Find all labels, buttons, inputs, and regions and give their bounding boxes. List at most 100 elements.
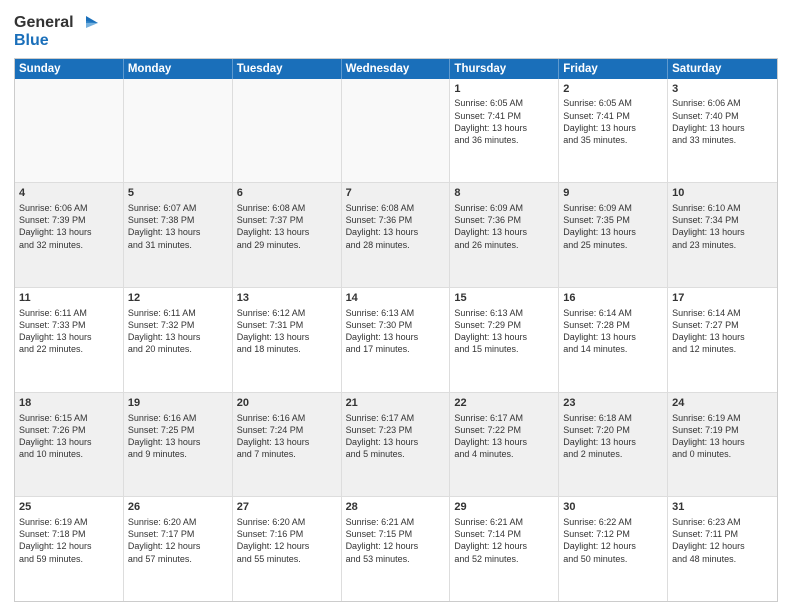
- calendar-cell-empty: [15, 79, 124, 183]
- day-number: 31: [672, 500, 773, 515]
- cell-sun-info: Sunrise: 6:07 AM Sunset: 7:38 PM Dayligh…: [128, 202, 228, 251]
- calendar-body: 1Sunrise: 6:05 AM Sunset: 7:41 PM Daylig…: [15, 79, 777, 601]
- day-number: 9: [563, 186, 663, 201]
- day-number: 12: [128, 291, 228, 306]
- cell-sun-info: Sunrise: 6:14 AM Sunset: 7:28 PM Dayligh…: [563, 307, 663, 356]
- day-number: 21: [346, 396, 446, 411]
- logo-bird-icon: [76, 14, 98, 32]
- calendar-week-row: 1Sunrise: 6:05 AM Sunset: 7:41 PM Daylig…: [15, 79, 777, 184]
- calendar-cell: 16Sunrise: 6:14 AM Sunset: 7:28 PM Dayli…: [559, 288, 668, 392]
- calendar-header-day: Saturday: [668, 59, 777, 79]
- calendar-cell: 6Sunrise: 6:08 AM Sunset: 7:37 PM Daylig…: [233, 183, 342, 287]
- cell-sun-info: Sunrise: 6:06 AM Sunset: 7:39 PM Dayligh…: [19, 202, 119, 251]
- logo-blue: Blue: [14, 32, 98, 50]
- cell-sun-info: Sunrise: 6:10 AM Sunset: 7:34 PM Dayligh…: [672, 202, 773, 251]
- calendar-cell-empty: [233, 79, 342, 183]
- day-number: 29: [454, 500, 554, 515]
- calendar-cell: 19Sunrise: 6:16 AM Sunset: 7:25 PM Dayli…: [124, 393, 233, 497]
- page: General Blue SundayMondayTuesdayWednesda…: [0, 0, 792, 612]
- cell-sun-info: Sunrise: 6:13 AM Sunset: 7:30 PM Dayligh…: [346, 307, 446, 356]
- day-number: 17: [672, 291, 773, 306]
- cell-sun-info: Sunrise: 6:08 AM Sunset: 7:37 PM Dayligh…: [237, 202, 337, 251]
- header: General Blue: [14, 10, 778, 50]
- day-number: 10: [672, 186, 773, 201]
- calendar-cell: 23Sunrise: 6:18 AM Sunset: 7:20 PM Dayli…: [559, 393, 668, 497]
- calendar-cell-empty: [342, 79, 451, 183]
- calendar-cell: 10Sunrise: 6:10 AM Sunset: 7:34 PM Dayli…: [668, 183, 777, 287]
- cell-sun-info: Sunrise: 6:20 AM Sunset: 7:17 PM Dayligh…: [128, 516, 228, 565]
- day-number: 19: [128, 396, 228, 411]
- day-number: 14: [346, 291, 446, 306]
- day-number: 26: [128, 500, 228, 515]
- calendar-cell: 1Sunrise: 6:05 AM Sunset: 7:41 PM Daylig…: [450, 79, 559, 183]
- day-number: 8: [454, 186, 554, 201]
- day-number: 20: [237, 396, 337, 411]
- cell-sun-info: Sunrise: 6:16 AM Sunset: 7:24 PM Dayligh…: [237, 412, 337, 461]
- calendar-cell: 29Sunrise: 6:21 AM Sunset: 7:14 PM Dayli…: [450, 497, 559, 601]
- calendar-header-day: Thursday: [450, 59, 559, 79]
- day-number: 13: [237, 291, 337, 306]
- cell-sun-info: Sunrise: 6:08 AM Sunset: 7:36 PM Dayligh…: [346, 202, 446, 251]
- calendar-header-day: Friday: [559, 59, 668, 79]
- cell-sun-info: Sunrise: 6:22 AM Sunset: 7:12 PM Dayligh…: [563, 516, 663, 565]
- calendar-cell-empty: [124, 79, 233, 183]
- calendar-week-row: 25Sunrise: 6:19 AM Sunset: 7:18 PM Dayli…: [15, 497, 777, 601]
- calendar-cell: 9Sunrise: 6:09 AM Sunset: 7:35 PM Daylig…: [559, 183, 668, 287]
- calendar-cell: 18Sunrise: 6:15 AM Sunset: 7:26 PM Dayli…: [15, 393, 124, 497]
- calendar-cell: 28Sunrise: 6:21 AM Sunset: 7:15 PM Dayli…: [342, 497, 451, 601]
- calendar-cell: 2Sunrise: 6:05 AM Sunset: 7:41 PM Daylig…: [559, 79, 668, 183]
- calendar-cell: 12Sunrise: 6:11 AM Sunset: 7:32 PM Dayli…: [124, 288, 233, 392]
- calendar-cell: 14Sunrise: 6:13 AM Sunset: 7:30 PM Dayli…: [342, 288, 451, 392]
- calendar-cell: 22Sunrise: 6:17 AM Sunset: 7:22 PM Dayli…: [450, 393, 559, 497]
- day-number: 23: [563, 396, 663, 411]
- day-number: 5: [128, 186, 228, 201]
- calendar-week-row: 11Sunrise: 6:11 AM Sunset: 7:33 PM Dayli…: [15, 288, 777, 393]
- cell-sun-info: Sunrise: 6:18 AM Sunset: 7:20 PM Dayligh…: [563, 412, 663, 461]
- cell-sun-info: Sunrise: 6:17 AM Sunset: 7:23 PM Dayligh…: [346, 412, 446, 461]
- logo: General Blue: [14, 14, 98, 50]
- calendar-cell: 31Sunrise: 6:23 AM Sunset: 7:11 PM Dayli…: [668, 497, 777, 601]
- cell-sun-info: Sunrise: 6:19 AM Sunset: 7:19 PM Dayligh…: [672, 412, 773, 461]
- day-number: 6: [237, 186, 337, 201]
- logo-general: General: [14, 14, 74, 32]
- day-number: 18: [19, 396, 119, 411]
- cell-sun-info: Sunrise: 6:09 AM Sunset: 7:36 PM Dayligh…: [454, 202, 554, 251]
- day-number: 28: [346, 500, 446, 515]
- calendar-cell: 24Sunrise: 6:19 AM Sunset: 7:19 PM Dayli…: [668, 393, 777, 497]
- calendar-week-row: 18Sunrise: 6:15 AM Sunset: 7:26 PM Dayli…: [15, 393, 777, 498]
- cell-sun-info: Sunrise: 6:05 AM Sunset: 7:41 PM Dayligh…: [563, 97, 663, 146]
- cell-sun-info: Sunrise: 6:05 AM Sunset: 7:41 PM Dayligh…: [454, 97, 554, 146]
- calendar-cell: 25Sunrise: 6:19 AM Sunset: 7:18 PM Dayli…: [15, 497, 124, 601]
- cell-sun-info: Sunrise: 6:21 AM Sunset: 7:14 PM Dayligh…: [454, 516, 554, 565]
- cell-sun-info: Sunrise: 6:23 AM Sunset: 7:11 PM Dayligh…: [672, 516, 773, 565]
- cell-sun-info: Sunrise: 6:17 AM Sunset: 7:22 PM Dayligh…: [454, 412, 554, 461]
- calendar-cell: 13Sunrise: 6:12 AM Sunset: 7:31 PM Dayli…: [233, 288, 342, 392]
- calendar-header-row: SundayMondayTuesdayWednesdayThursdayFrid…: [15, 59, 777, 79]
- day-number: 1: [454, 82, 554, 97]
- cell-sun-info: Sunrise: 6:11 AM Sunset: 7:33 PM Dayligh…: [19, 307, 119, 356]
- cell-sun-info: Sunrise: 6:06 AM Sunset: 7:40 PM Dayligh…: [672, 97, 773, 146]
- cell-sun-info: Sunrise: 6:19 AM Sunset: 7:18 PM Dayligh…: [19, 516, 119, 565]
- day-number: 3: [672, 82, 773, 97]
- calendar-week-row: 4Sunrise: 6:06 AM Sunset: 7:39 PM Daylig…: [15, 183, 777, 288]
- calendar-cell: 15Sunrise: 6:13 AM Sunset: 7:29 PM Dayli…: [450, 288, 559, 392]
- cell-sun-info: Sunrise: 6:14 AM Sunset: 7:27 PM Dayligh…: [672, 307, 773, 356]
- day-number: 11: [19, 291, 119, 306]
- day-number: 24: [672, 396, 773, 411]
- cell-sun-info: Sunrise: 6:13 AM Sunset: 7:29 PM Dayligh…: [454, 307, 554, 356]
- cell-sun-info: Sunrise: 6:12 AM Sunset: 7:31 PM Dayligh…: [237, 307, 337, 356]
- day-number: 27: [237, 500, 337, 515]
- cell-sun-info: Sunrise: 6:15 AM Sunset: 7:26 PM Dayligh…: [19, 412, 119, 461]
- day-number: 4: [19, 186, 119, 201]
- calendar-header-day: Sunday: [15, 59, 124, 79]
- calendar-cell: 26Sunrise: 6:20 AM Sunset: 7:17 PM Dayli…: [124, 497, 233, 601]
- calendar-cell: 4Sunrise: 6:06 AM Sunset: 7:39 PM Daylig…: [15, 183, 124, 287]
- calendar-cell: 17Sunrise: 6:14 AM Sunset: 7:27 PM Dayli…: [668, 288, 777, 392]
- calendar-cell: 21Sunrise: 6:17 AM Sunset: 7:23 PM Dayli…: [342, 393, 451, 497]
- day-number: 16: [563, 291, 663, 306]
- day-number: 7: [346, 186, 446, 201]
- cell-sun-info: Sunrise: 6:11 AM Sunset: 7:32 PM Dayligh…: [128, 307, 228, 356]
- calendar-cell: 5Sunrise: 6:07 AM Sunset: 7:38 PM Daylig…: [124, 183, 233, 287]
- calendar-cell: 27Sunrise: 6:20 AM Sunset: 7:16 PM Dayli…: [233, 497, 342, 601]
- day-number: 22: [454, 396, 554, 411]
